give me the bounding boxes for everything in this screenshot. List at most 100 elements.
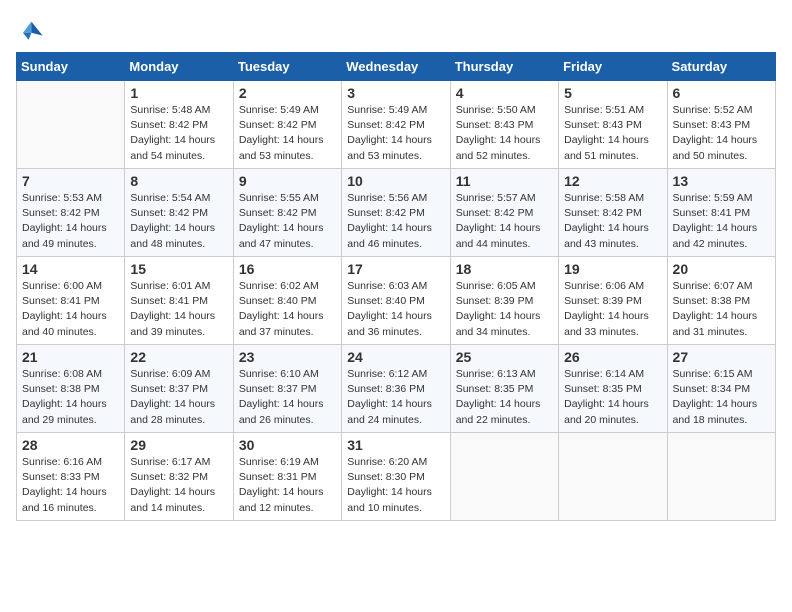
calendar-cell: 22 Sunrise: 6:09 AMSunset: 8:37 PMDayligh…: [125, 345, 233, 433]
cell-info: Sunrise: 6:02 AMSunset: 8:40 PMDaylight:…: [239, 279, 336, 340]
day-header-wednesday: Wednesday: [342, 53, 450, 81]
day-number: 26: [564, 349, 661, 365]
day-number: 9: [239, 173, 336, 189]
cell-info: Sunrise: 6:17 AMSunset: 8:32 PMDaylight:…: [130, 455, 227, 516]
calendar-cell: 29 Sunrise: 6:17 AMSunset: 8:32 PMDayligh…: [125, 433, 233, 521]
cell-info: Sunrise: 6:13 AMSunset: 8:35 PMDaylight:…: [456, 367, 553, 428]
calendar-cell: 8 Sunrise: 5:54 AMSunset: 8:42 PMDaylight…: [125, 169, 233, 257]
day-number: 15: [130, 261, 227, 277]
day-number: 6: [673, 85, 770, 101]
cell-info: Sunrise: 6:09 AMSunset: 8:37 PMDaylight:…: [130, 367, 227, 428]
day-header-thursday: Thursday: [450, 53, 558, 81]
calendar-cell: 2 Sunrise: 5:49 AMSunset: 8:42 PMDaylight…: [233, 81, 341, 169]
cell-info: Sunrise: 6:15 AMSunset: 8:34 PMDaylight:…: [673, 367, 770, 428]
day-number: 4: [456, 85, 553, 101]
cell-info: Sunrise: 5:54 AMSunset: 8:42 PMDaylight:…: [130, 191, 227, 252]
day-number: 27: [673, 349, 770, 365]
calendar-table: SundayMondayTuesdayWednesdayThursdayFrid…: [16, 52, 776, 521]
day-number: 29: [130, 437, 227, 453]
week-row-5: 28 Sunrise: 6:16 AMSunset: 8:33 PMDayligh…: [17, 433, 776, 521]
cell-info: Sunrise: 6:10 AMSunset: 8:37 PMDaylight:…: [239, 367, 336, 428]
cell-info: Sunrise: 5:58 AMSunset: 8:42 PMDaylight:…: [564, 191, 661, 252]
calendar-cell: [17, 81, 125, 169]
calendar-cell: 16Sunrise: 6:02 AMSunset: 8:40 PMDayligh…: [233, 257, 341, 345]
calendar-cell: 4 Sunrise: 5:50 AMSunset: 8:43 PMDaylight…: [450, 81, 558, 169]
day-number: 24: [347, 349, 444, 365]
calendar-cell: 14 Sunrise: 6:00 AMSunset: 8:41 PMDayligh…: [17, 257, 125, 345]
day-number: 14: [22, 261, 119, 277]
cell-info: Sunrise: 5:48 AMSunset: 8:42 PMDaylight:…: [130, 103, 227, 164]
days-header-row: SundayMondayTuesdayWednesdayThursdayFrid…: [17, 53, 776, 81]
cell-info: Sunrise: 6:07 AMSunset: 8:38 PMDaylight:…: [673, 279, 770, 340]
day-number: 10: [347, 173, 444, 189]
day-number: 8: [130, 173, 227, 189]
logo-icon: [16, 16, 44, 44]
day-header-tuesday: Tuesday: [233, 53, 341, 81]
calendar-cell: 1Sunrise: 5:48 AMSunset: 8:42 PMDaylight…: [125, 81, 233, 169]
calendar-cell: 26 Sunrise: 6:14 AMSunset: 8:35 PMDayligh…: [559, 345, 667, 433]
week-row-3: 14 Sunrise: 6:00 AMSunset: 8:41 PMDayligh…: [17, 257, 776, 345]
calendar-cell: 17 Sunrise: 6:03 AMSunset: 8:40 PMDayligh…: [342, 257, 450, 345]
day-number: 20: [673, 261, 770, 277]
cell-info: Sunrise: 5:49 AMSunset: 8:42 PMDaylight:…: [239, 103, 336, 164]
cell-info: Sunrise: 6:03 AMSunset: 8:40 PMDaylight:…: [347, 279, 444, 340]
cell-info: Sunrise: 6:00 AMSunset: 8:41 PMDaylight:…: [22, 279, 119, 340]
calendar-cell: 5 Sunrise: 5:51 AMSunset: 8:43 PMDaylight…: [559, 81, 667, 169]
week-row-4: 21 Sunrise: 6:08 AMSunset: 8:38 PMDayligh…: [17, 345, 776, 433]
calendar-cell: 19 Sunrise: 6:06 AMSunset: 8:39 PMDayligh…: [559, 257, 667, 345]
cell-info: Sunrise: 5:49 AMSunset: 8:42 PMDaylight:…: [347, 103, 444, 164]
day-number: 7: [22, 173, 119, 189]
day-number: 21: [22, 349, 119, 365]
day-number: 11: [456, 173, 553, 189]
cell-info: Sunrise: 6:05 AMSunset: 8:39 PMDaylight:…: [456, 279, 553, 340]
logo: [16, 16, 48, 44]
calendar-cell: 6 Sunrise: 5:52 AMSunset: 8:43 PMDaylight…: [667, 81, 775, 169]
cell-info: Sunrise: 5:57 AMSunset: 8:42 PMDaylight:…: [456, 191, 553, 252]
week-row-1: 1Sunrise: 5:48 AMSunset: 8:42 PMDaylight…: [17, 81, 776, 169]
cell-info: Sunrise: 6:14 AMSunset: 8:35 PMDaylight:…: [564, 367, 661, 428]
cell-info: Sunrise: 6:20 AMSunset: 8:30 PMDaylight:…: [347, 455, 444, 516]
cell-info: Sunrise: 6:06 AMSunset: 8:39 PMDaylight:…: [564, 279, 661, 340]
calendar-cell: [559, 433, 667, 521]
calendar-cell: 24 Sunrise: 6:12 AMSunset: 8:36 PMDayligh…: [342, 345, 450, 433]
cell-info: Sunrise: 5:52 AMSunset: 8:43 PMDaylight:…: [673, 103, 770, 164]
cell-info: Sunrise: 6:08 AMSunset: 8:38 PMDaylight:…: [22, 367, 119, 428]
day-number: 23: [239, 349, 336, 365]
day-number: 28: [22, 437, 119, 453]
day-header-sunday: Sunday: [17, 53, 125, 81]
calendar-cell: 30 Sunrise: 6:19 AMSunset: 8:31 PMDayligh…: [233, 433, 341, 521]
day-number: 22: [130, 349, 227, 365]
calendar-cell: [667, 433, 775, 521]
cell-info: Sunrise: 6:16 AMSunset: 8:33 PMDaylight:…: [22, 455, 119, 516]
day-number: 12: [564, 173, 661, 189]
day-number: 18: [456, 261, 553, 277]
calendar-cell: [450, 433, 558, 521]
day-number: 31: [347, 437, 444, 453]
calendar-cell: 15 Sunrise: 6:01 AMSunset: 8:41 PMDayligh…: [125, 257, 233, 345]
calendar-cell: 10 Sunrise: 5:56 AMSunset: 8:42 PMDayligh…: [342, 169, 450, 257]
cell-info: Sunrise: 5:56 AMSunset: 8:42 PMDaylight:…: [347, 191, 444, 252]
calendar-cell: 21 Sunrise: 6:08 AMSunset: 8:38 PMDayligh…: [17, 345, 125, 433]
day-number: 19: [564, 261, 661, 277]
day-number: 30: [239, 437, 336, 453]
cell-info: Sunrise: 5:51 AMSunset: 8:43 PMDaylight:…: [564, 103, 661, 164]
day-header-monday: Monday: [125, 53, 233, 81]
calendar-cell: 23 Sunrise: 6:10 AMSunset: 8:37 PMDayligh…: [233, 345, 341, 433]
calendar-cell: 3Sunrise: 5:49 AMSunset: 8:42 PMDaylight…: [342, 81, 450, 169]
day-number: 17: [347, 261, 444, 277]
week-row-2: 7Sunrise: 5:53 AMSunset: 8:42 PMDaylight…: [17, 169, 776, 257]
calendar-cell: 18 Sunrise: 6:05 AMSunset: 8:39 PMDayligh…: [450, 257, 558, 345]
day-header-saturday: Saturday: [667, 53, 775, 81]
calendar-cell: 11 Sunrise: 5:57 AMSunset: 8:42 PMDayligh…: [450, 169, 558, 257]
cell-info: Sunrise: 6:19 AMSunset: 8:31 PMDaylight:…: [239, 455, 336, 516]
cell-info: Sunrise: 6:12 AMSunset: 8:36 PMDaylight:…: [347, 367, 444, 428]
day-number: 5: [564, 85, 661, 101]
cell-info: Sunrise: 6:01 AMSunset: 8:41 PMDaylight:…: [130, 279, 227, 340]
cell-info: Sunrise: 5:50 AMSunset: 8:43 PMDaylight:…: [456, 103, 553, 164]
calendar-cell: 7Sunrise: 5:53 AMSunset: 8:42 PMDaylight…: [17, 169, 125, 257]
day-number: 13: [673, 173, 770, 189]
calendar-cell: 13Sunrise: 5:59 AMSunset: 8:41 PMDayligh…: [667, 169, 775, 257]
calendar-cell: 20 Sunrise: 6:07 AMSunset: 8:38 PMDayligh…: [667, 257, 775, 345]
day-number: 2: [239, 85, 336, 101]
day-number: 25: [456, 349, 553, 365]
